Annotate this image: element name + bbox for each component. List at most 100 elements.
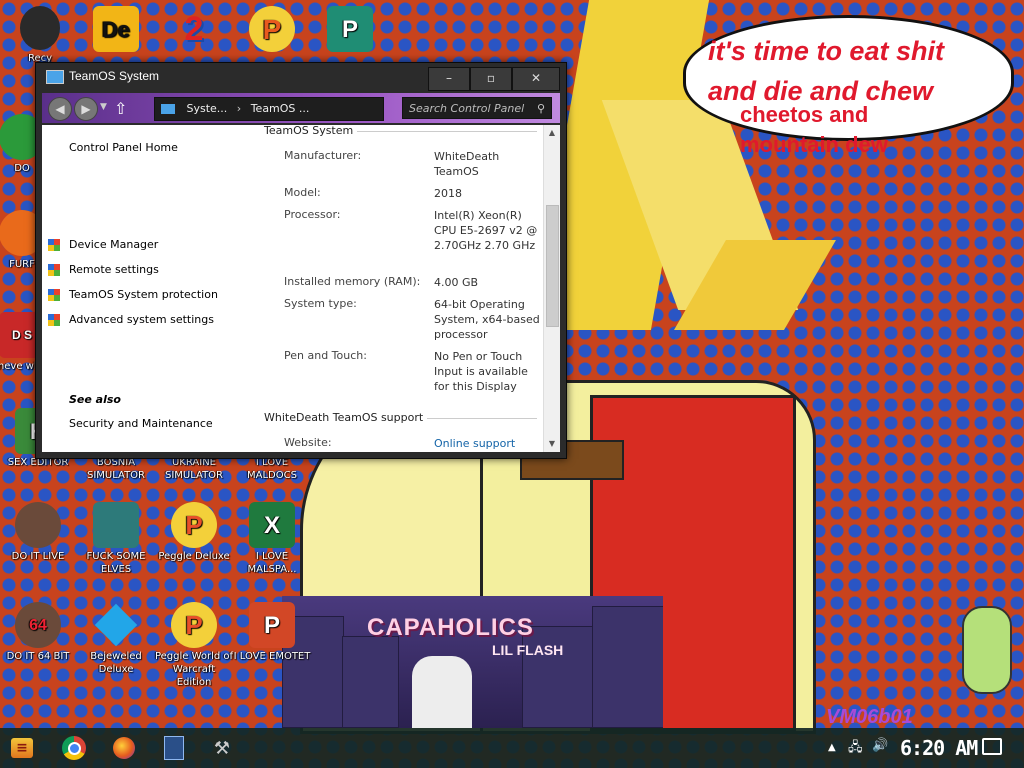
chevron-right-icon: › xyxy=(236,102,242,115)
address-bar: ◀ ▶ ▼ ⇧ Syste... › TeamOS ... Search Con… xyxy=(42,93,560,123)
window-content: Control Panel Home Device Manager Remote… xyxy=(42,125,560,452)
desktop-icon-emotet[interactable]: P I LOVE EMOTET xyxy=(232,602,312,663)
minimize-button[interactable]: – xyxy=(428,67,470,91)
shield-icon xyxy=(48,239,60,251)
notification-center-icon[interactable] xyxy=(982,738,1002,755)
row-value: Intel(R) Xeon(R) CPU E5-2697 v2 @ 2.70GH… xyxy=(434,209,538,252)
album-title: CAPAHOLICS xyxy=(367,614,534,641)
row-label: Manufacturer: xyxy=(284,149,362,162)
desktop-icon-label: FUCK SOME ELVES xyxy=(86,551,146,575)
watermark: VM06b01 xyxy=(826,706,913,728)
see-also-heading: See also xyxy=(69,393,121,406)
scroll-up-arrow-icon[interactable]: ▲ xyxy=(544,125,560,141)
publisher-icon: P xyxy=(327,6,373,52)
desktop-icon-label: Peggle World of Warcraft Edition xyxy=(154,651,234,688)
network-icon[interactable]: 🖧 xyxy=(848,738,863,760)
desktop-icon-peggle[interactable]: P xyxy=(232,6,312,54)
desktop-icon-label: I LOVE MALSPA... xyxy=(247,551,297,575)
album-cover: CAPAHOLICS LIL FLASH xyxy=(282,596,663,728)
start-icon: ≡ xyxy=(11,738,33,758)
search-icon[interactable]: ⚲ xyxy=(537,98,545,120)
start-button[interactable]: ≡ xyxy=(8,734,36,762)
desktop-icon-label: BOSNIA SIMULATOR xyxy=(86,457,146,481)
monitor-icon xyxy=(46,70,64,84)
desktop-icon-peggle-deluxe[interactable]: P Peggle Deluxe xyxy=(154,502,234,563)
character-sticker xyxy=(962,606,1012,694)
chevron-down-icon[interactable]: ▼ xyxy=(100,102,107,112)
monitor-icon xyxy=(161,104,175,114)
row-value: No Pen or Touch Input is available for t… xyxy=(434,350,528,393)
link-label: Device Manager xyxy=(69,238,159,251)
desktop-icon-ukraine[interactable]: UKRAINE SIMULATOR xyxy=(154,456,234,482)
volume-icon[interactable]: 🔊 xyxy=(872,738,888,753)
excel-icon: X xyxy=(249,502,295,548)
link-label: Advanced system settings xyxy=(69,313,214,326)
recycle-bin-icon[interactable]: Recy xyxy=(0,6,80,65)
tray-overflow-chevron-icon[interactable]: ▲ xyxy=(828,742,836,753)
device-manager-link[interactable]: Device Manager xyxy=(48,236,158,254)
system-protection-link[interactable]: TeamOS System protection xyxy=(48,286,218,304)
peggle-icon: P xyxy=(249,6,295,52)
breadcrumb-item[interactable]: Syste... xyxy=(187,102,228,115)
advanced-settings-link[interactable]: Advanced system settings xyxy=(48,311,214,329)
online-support-link[interactable]: Online support xyxy=(434,436,544,451)
breadcrumb-item[interactable]: TeamOS ... xyxy=(251,102,310,115)
firefox-icon xyxy=(113,737,135,759)
close-button[interactable]: ✕ xyxy=(512,67,560,91)
control-panel-home-link[interactable]: Control Panel Home xyxy=(69,141,178,154)
desktop-icon-label: I LOVE EMOTET xyxy=(233,651,311,662)
tool-taskbar-button[interactable]: ⚒ xyxy=(208,734,236,762)
scrollbar-thumb[interactable] xyxy=(546,205,559,327)
section-title: TeamOS System xyxy=(264,125,354,137)
link-label: TeamOS System protection xyxy=(69,288,218,301)
shield-icon xyxy=(48,289,60,301)
desktop-icon-maldocs[interactable]: I LOVE MALDOCS xyxy=(232,456,312,482)
portrait-icon xyxy=(15,502,61,548)
desktop-icon-peggle-wow[interactable]: P Peggle World of Warcraft Edition xyxy=(154,602,234,689)
cursor-app-icon xyxy=(164,736,184,760)
row-value: 4.00 GB xyxy=(434,276,479,289)
desktop-icon-de[interactable]: De xyxy=(76,6,156,54)
section-header: TeamOS System xyxy=(264,125,538,137)
cursor-app-taskbar-button[interactable] xyxy=(160,734,188,762)
back-arrow-icon[interactable]: ◀ xyxy=(48,97,72,121)
link-label: Remote settings xyxy=(69,263,159,276)
maximize-button[interactable]: ▫ xyxy=(470,67,512,91)
window-titlebar[interactable]: TeamOS System – ▫ ✕ xyxy=(36,63,566,91)
peggle-icon: P xyxy=(171,502,217,548)
scroll-down-arrow-icon[interactable]: ▼ xyxy=(544,436,560,452)
breadcrumb[interactable]: Syste... › TeamOS ... xyxy=(154,97,384,121)
desktop-icon-2[interactable]: 2 xyxy=(154,6,234,54)
desktop-icon-malspa[interactable]: X I LOVE MALSPA... xyxy=(232,502,312,576)
desktop-icon-do-it-64[interactable]: 64 DO IT 64 BIT xyxy=(0,602,78,663)
number-two-icon: 2 xyxy=(184,9,204,48)
peggle-icon: P xyxy=(171,602,217,648)
shield-icon xyxy=(48,264,60,276)
desktop-icon-bejeweled[interactable]: Bejeweled Deluxe xyxy=(76,602,156,676)
firefox-taskbar-button[interactable] xyxy=(110,734,138,762)
remote-settings-link[interactable]: Remote settings xyxy=(48,261,159,279)
forward-arrow-icon[interactable]: ▶ xyxy=(74,97,98,121)
desktop-icon-label: Bejeweled Deluxe xyxy=(90,651,142,675)
desktop-icon-label: DO IT 64 BIT xyxy=(6,651,70,662)
security-maintenance-link[interactable]: Security and Maintenance xyxy=(69,417,213,430)
section-header: WhiteDeath TeamOS support xyxy=(264,411,538,424)
chrome-taskbar-button[interactable] xyxy=(60,734,88,762)
desktop-icon-bosnia[interactable]: BOSNIA SIMULATOR xyxy=(76,456,156,482)
search-input[interactable]: Search Control Panel ⚲ xyxy=(402,97,552,119)
up-arrow-icon[interactable]: ⇧ xyxy=(114,99,127,118)
album-subtitle: LIL FLASH xyxy=(492,642,564,658)
album-figure xyxy=(412,656,472,728)
desktop-icon-publisher[interactable]: P xyxy=(310,6,390,54)
chrome-icon xyxy=(62,736,86,760)
diamond-icon xyxy=(93,602,139,648)
desktop-icon-do-it-live[interactable]: DO IT LIVE xyxy=(0,502,78,563)
taskbar-clock[interactable]: 6:20 AM xyxy=(900,736,978,760)
system-window: TeamOS System – ▫ ✕ ◀ ▶ ▼ ⇧ Syste... › T… xyxy=(35,62,567,459)
vertical-scrollbar[interactable]: ▲ ▼ xyxy=(543,125,560,452)
row-label: Website: xyxy=(284,436,332,449)
row-value: 2018 xyxy=(434,187,462,200)
desktop-icon-elves[interactable]: FUCK SOME ELVES xyxy=(76,502,156,576)
row-label: Pen and Touch: xyxy=(284,349,367,362)
recycle-bin-image xyxy=(20,6,60,50)
